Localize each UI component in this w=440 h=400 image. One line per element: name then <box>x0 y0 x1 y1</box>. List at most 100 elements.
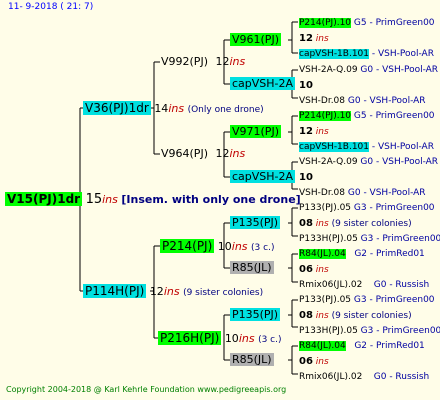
p214-name[interactable]: P214(PJ) <box>160 239 215 253</box>
v992-node: V992(PJ) 12ins <box>161 55 245 68</box>
g3-b-group: - VSH-Pool-AR <box>371 142 434 152</box>
v961-name[interactable]: V961(PJ) <box>230 33 281 46</box>
gen4-group-2: VSH-2A-Q.09 G0 - VSH-Pool-AR 10 VSH-Dr.0… <box>299 63 438 109</box>
g5-note: (9 sister colonies) <box>331 219 412 229</box>
g6-b[interactable]: Rmix06(JL).02 <box>299 280 362 290</box>
root-node: V15(PJ)1dr 15ins [Insem. with only one d… <box>5 191 301 207</box>
g4-b-group: G0 - VSH-Pool-AR <box>347 188 426 198</box>
gen4-group-1: P214(PJ).10 G5 - PrimGreen00 12 ins capV… <box>299 16 435 62</box>
g7-note: (9 sister colonies) <box>331 311 412 321</box>
p214-node: P214(PJ) 10ins (3 c.) <box>160 238 274 255</box>
p135a-node: P135(PJ) <box>230 216 281 229</box>
dam-node: P114H(PJ) 12ins (9 sister colonies) <box>83 283 263 300</box>
gen4-group-3: P214(PJ).10 G5 - PrimGreen00 12 ins capV… <box>299 109 435 155</box>
p216-node: P216H(PJ) 10ins (3 c.) <box>158 330 282 347</box>
v971-node: V971(PJ) <box>230 125 281 138</box>
p216-name[interactable]: P216H(PJ) <box>158 331 222 345</box>
g7-b-group: G3 - PrimGreen00 <box>360 326 440 336</box>
root-note: [Insem. with only one drone] <box>121 193 301 206</box>
sire-note: (Only one drone) <box>187 105 264 115</box>
root-num: 15 <box>85 192 103 207</box>
p214-ins: ins <box>231 240 248 253</box>
g2-b-group: G0 - VSH-Pool-AR <box>347 96 426 106</box>
g6-b-group: G0 - Russish <box>373 280 430 290</box>
capa-name[interactable]: capVSH-2A <box>230 77 296 90</box>
v964-name[interactable]: V964(PJ) <box>161 147 208 160</box>
p216-note: (3 c.) <box>258 335 282 345</box>
v992-ins: ins <box>229 55 246 68</box>
g4-a[interactable]: VSH-2A-Q.09 <box>299 157 358 167</box>
dam-num: 12 <box>149 285 164 298</box>
v964-ins: ins <box>229 147 246 160</box>
sire-num: 14 <box>154 102 169 115</box>
g1-a[interactable]: P214(PJ).10 <box>299 18 352 28</box>
v964-num: 12 <box>215 147 230 160</box>
p216-num: 10 <box>224 332 239 345</box>
g5-b[interactable]: P133H(PJ).05 <box>299 234 358 244</box>
p135a-name[interactable]: P135(PJ) <box>230 216 281 229</box>
g4-a-group: G0 - VSH-Pool-AR <box>360 157 439 167</box>
g2-b[interactable]: VSH-Dr.08 <box>299 96 345 106</box>
g3-num: 12 <box>299 126 313 137</box>
p214-num: 10 <box>217 240 232 253</box>
g3-ins: ins <box>315 127 329 137</box>
g3-b[interactable]: capVSH-1B.101 <box>299 142 370 152</box>
g8-num: 06 <box>299 356 313 367</box>
g7-b[interactable]: P133H(PJ).05 <box>299 326 358 336</box>
g6-num: 06 <box>299 264 313 275</box>
gen4-group-5: P133(PJ).05 G3 - PrimGreen00 08 ins (9 s… <box>299 201 440 247</box>
g8-a[interactable]: R84(JL).04 <box>299 341 346 351</box>
r85b-node: R85(JL) <box>230 353 274 366</box>
g8-b[interactable]: Rmix06(JL).02 <box>299 372 362 382</box>
r85b-name[interactable]: R85(JL) <box>230 353 274 366</box>
g7-a[interactable]: P133(PJ).05 <box>299 295 351 305</box>
g1-ins: ins <box>315 34 329 44</box>
g3-a[interactable]: P214(PJ).10 <box>299 111 352 121</box>
sire-ins: ins <box>168 102 185 115</box>
root-ins: ins <box>102 193 118 206</box>
dam-ins: ins <box>163 285 180 298</box>
gen4-group-7: P133(PJ).05 G3 - PrimGreen00 08 ins (9 s… <box>299 293 440 339</box>
g7-ins: ins <box>315 311 329 321</box>
g7-num: 08 <box>299 310 313 321</box>
root-name[interactable]: V15(PJ)1dr <box>5 192 83 206</box>
v992-num: 12 <box>215 55 230 68</box>
gen4-group-8: R84(JL).04 G2 - PrimRed01 06 ins Rmix06(… <box>299 339 429 385</box>
g5-b-group: G3 - PrimGreen00 <box>360 234 440 244</box>
sire-node: V36(PJ)1dr 14ins (Only one drone) <box>83 100 264 117</box>
gen4-group-4: VSH-2A-Q.09 G0 - VSH-Pool-AR 10 VSH-Dr.0… <box>299 155 438 201</box>
v964-node: V964(PJ) 12ins <box>161 147 245 160</box>
g2-num: 10 <box>299 80 313 91</box>
g1-b-group: - VSH-Pool-AR <box>371 49 434 59</box>
g1-b[interactable]: capVSH-1B.101 <box>299 49 370 59</box>
g1-a-group: G5 - PrimGreen00 <box>353 18 435 28</box>
g8-a-group: G2 - PrimRed01 <box>354 341 425 351</box>
sire-name[interactable]: V36(PJ)1dr <box>83 101 151 115</box>
capb-node: capVSH-2A <box>230 170 296 183</box>
g5-a-group: G3 - PrimGreen00 <box>353 203 435 213</box>
g5-a[interactable]: P133(PJ).05 <box>299 203 351 213</box>
p214-note: (3 c.) <box>251 243 275 253</box>
capb-name[interactable]: capVSH-2A <box>230 170 296 183</box>
p216-ins: ins <box>238 332 255 345</box>
g4-b[interactable]: VSH-Dr.08 <box>299 188 345 198</box>
footer-copyright[interactable]: Copyright 2004-2018 @ Karl Kehrle Founda… <box>6 385 286 394</box>
r85a-name[interactable]: R85(JL) <box>230 261 274 274</box>
p135b-name[interactable]: P135(PJ) <box>230 308 281 321</box>
g2-a[interactable]: VSH-2A-Q.09 <box>299 65 358 75</box>
g5-ins: ins <box>315 219 329 229</box>
v961-node: V961(PJ) <box>230 33 281 46</box>
dam-note: (9 sister colonies) <box>183 288 264 298</box>
g3-a-group: G5 - PrimGreen00 <box>353 111 435 121</box>
p135b-node: P135(PJ) <box>230 308 281 321</box>
v971-name[interactable]: V971(PJ) <box>230 125 281 138</box>
v992-name[interactable]: V992(PJ) <box>161 55 208 68</box>
dam-name[interactable]: P114H(PJ) <box>83 284 147 298</box>
g4-num: 10 <box>299 172 313 183</box>
g6-a[interactable]: R84(JL).04 <box>299 249 346 259</box>
g7-a-group: G3 - PrimGreen00 <box>353 295 435 305</box>
g8-ins: ins <box>315 357 329 367</box>
r85a-node: R85(JL) <box>230 261 274 274</box>
g6-ins: ins <box>315 265 329 275</box>
capa-node: capVSH-2A <box>230 77 296 90</box>
